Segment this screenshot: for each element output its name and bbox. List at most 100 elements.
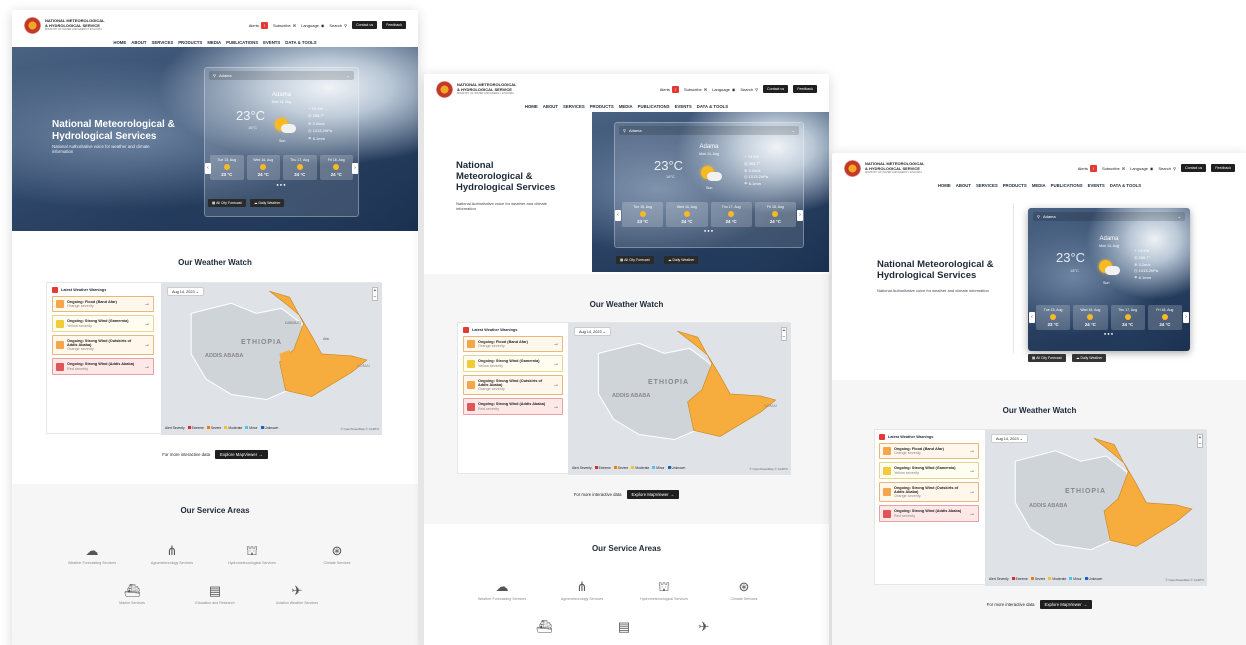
nav-home[interactable]: HOME <box>113 40 126 45</box>
warning-card[interactable]: Ongoing: Flood (Band Afar) Orange severit… <box>879 443 979 460</box>
zoom-control[interactable]: + − <box>1197 434 1203 448</box>
alert-map[interactable]: ETHIOPIA ADDIS ABABA SOMAI Aug 14, 2023 … <box>568 323 791 475</box>
warning-card[interactable]: Ongoing: Strong Wind (Addis Ababa) Red se… <box>879 505 979 522</box>
zoom-control[interactable]: + − <box>372 287 378 301</box>
subscribe-link[interactable]: Subscribe ✉ <box>1102 166 1125 171</box>
explore-mapviewer-button[interactable]: Explore MapViewer → <box>215 450 268 459</box>
explore-mapviewer-button[interactable]: Explore MapViewer → <box>1039 600 1093 609</box>
site-logo[interactable]: NATIONAL METEOROLOGICAL & HYDROLOGICAL SE… <box>24 16 105 34</box>
nav-events[interactable]: EVENTS <box>675 104 692 109</box>
nav-home[interactable]: HOME <box>938 183 951 188</box>
warning-card[interactable]: Ongoing: Strong Wind (Addis Ababa) Red se… <box>52 358 154 375</box>
nav-data-tools[interactable]: DATA & TOOLS <box>1110 183 1141 188</box>
feedback-button[interactable]: Feedback <box>1211 164 1235 172</box>
nav-media[interactable]: MEDIA <box>619 104 633 109</box>
warning-card[interactable]: Ongoing: Strong Wind (Outskirts of Addis… <box>879 481 979 503</box>
service-education-research[interactable]: ▤ <box>584 620 664 637</box>
nav-services[interactable]: SERVICES <box>563 104 585 109</box>
site-logo[interactable]: NATIONAL METEOROLOGICAL & HYDROLOGICAL SE… <box>436 80 517 98</box>
subscribe-link[interactable]: Subscribe ✉ <box>684 87 707 92</box>
daily-weather-button[interactable]: ☁ Daily Weather <box>250 199 285 207</box>
nav-events[interactable]: EVENTS <box>1088 183 1105 188</box>
daily-weather-button[interactable]: ☁ Daily Weather <box>664 256 699 264</box>
nav-events[interactable]: EVENTS <box>263 40 280 45</box>
date-picker[interactable]: Aug 14, 2023 ⌄ <box>991 434 1028 443</box>
service-education-research[interactable]: ▤ Education and Research <box>175 584 255 605</box>
warning-card[interactable]: Ongoing: Strong Wind (Addis Ababa) Red se… <box>463 398 563 415</box>
warning-card[interactable]: Ongoing: Strong Wind (Outskirts of Addis… <box>463 374 563 396</box>
service-hydrometeorological[interactable]: ⛫ Hydrometeorological Services <box>624 580 704 601</box>
alerts-link[interactable]: Alerts! <box>249 21 268 29</box>
nav-publications[interactable]: PUBLICATIONS <box>1051 183 1083 188</box>
nav-media[interactable]: MEDIA <box>207 40 221 45</box>
service-aviation[interactable]: ✈ <box>664 620 744 637</box>
all-city-forecast-button[interactable]: ▦ All City Forecast <box>208 199 246 207</box>
carousel-dots[interactable]: ●●● <box>1028 331 1190 336</box>
service-climate[interactable]: ⊛ Climate Services <box>704 580 784 601</box>
nav-about[interactable]: ABOUT <box>543 104 558 109</box>
nav-services[interactable]: SERVICES <box>976 183 998 188</box>
zoom-out-button[interactable]: − <box>1198 441 1202 447</box>
nav-products[interactable]: PRODUCTS <box>590 104 614 109</box>
warning-card[interactable]: Ongoing: Strong Wind (Gamernia) Yellow se… <box>52 315 154 332</box>
daily-weather-button[interactable]: ☁ Daily Weather <box>1072 354 1107 362</box>
warning-card[interactable]: Ongoing: Flood (Band Afar) Orange severit… <box>52 296 154 313</box>
all-city-forecast-button[interactable]: ▦ All City Forecast <box>1028 354 1066 362</box>
forecast-next-button[interactable]: › <box>352 163 358 174</box>
forecast-next-button[interactable]: › <box>1183 312 1189 323</box>
service-weather-forecasting[interactable]: ☁ Weather Forecasting Services <box>462 580 542 601</box>
forecast-prev-button[interactable]: ‹ <box>615 210 621 221</box>
contact-button[interactable]: Contact us <box>763 85 789 93</box>
warning-card[interactable]: Ongoing: Flood (Band Afar) Orange severit… <box>463 336 563 353</box>
alert-map[interactable]: ETHIOPIA ADDIS ABABA Aug 14, 2023 ⌄ + − A… <box>985 430 1207 586</box>
contact-button[interactable]: Contact us <box>1181 164 1207 172</box>
city-select[interactable]: ⚲ Adama ⌄ <box>619 126 799 135</box>
nav-media[interactable]: MEDIA <box>1032 183 1046 188</box>
nav-about[interactable]: ABOUT <box>131 40 146 45</box>
service-hydrometeorological[interactable]: ⛫ Hydrometeorological Services <box>212 544 292 565</box>
warning-card[interactable]: Ongoing: Strong Wind (Outskirts of Addis… <box>52 334 154 356</box>
explore-mapviewer-button[interactable]: Explore MapViewer → <box>626 490 680 499</box>
service-marine[interactable]: ⛴ Marine Services <box>92 584 172 605</box>
carousel-dots[interactable]: ●●● <box>614 228 804 233</box>
city-select[interactable]: ⚲ Adama ⌄ <box>209 71 354 80</box>
zoom-out-button[interactable]: − <box>373 294 377 300</box>
language-link[interactable]: Language ◉ <box>712 87 735 92</box>
nav-home[interactable]: HOME <box>525 104 538 109</box>
zoom-out-button[interactable]: − <box>782 334 786 340</box>
city-select[interactable]: ⚲ Adama ⌄ <box>1033 212 1185 221</box>
nav-products[interactable]: PRODUCTS <box>1003 183 1027 188</box>
search-link[interactable]: Search ⚲ <box>1158 166 1176 171</box>
forecast-next-button[interactable]: › <box>797 210 803 221</box>
zoom-control[interactable]: + − <box>781 327 787 341</box>
date-picker[interactable]: Aug 14, 2023 ⌄ <box>574 327 611 336</box>
warning-card[interactable]: Ongoing: Strong Wind (Gamernia) Yellow se… <box>463 355 563 372</box>
feedback-button[interactable]: Feedback <box>382 21 406 29</box>
service-agrometeorology[interactable]: ⋔ Agrometeorology Services <box>542 580 622 601</box>
all-city-forecast-button[interactable]: ▦ All City Forecast <box>616 256 654 264</box>
service-agrometeorology[interactable]: ⋔ Agrometeorology Services <box>132 544 212 565</box>
warning-card[interactable]: Ongoing: Strong Wind (Gamernia) Yellow se… <box>879 462 979 479</box>
contact-button[interactable]: Contact us <box>352 21 378 29</box>
service-climate[interactable]: ⊛ Climate Services <box>297 544 377 565</box>
language-link[interactable]: Language ◉ <box>1130 166 1153 171</box>
nav-about[interactable]: ABOUT <box>956 183 971 188</box>
alerts-link[interactable]: Alerts! <box>660 85 679 93</box>
nav-data-tools[interactable]: DATA & TOOLS <box>697 104 728 109</box>
date-picker[interactable]: Aug 14, 2023 ⌄ <box>167 287 204 296</box>
forecast-prev-button[interactable]: ‹ <box>205 163 211 174</box>
language-link[interactable]: Language ◉ <box>301 23 324 28</box>
subscribe-link[interactable]: Subscribe ✉ <box>273 23 296 28</box>
search-link[interactable]: Search ⚲ <box>740 87 758 92</box>
feedback-button[interactable]: Feedback <box>793 85 817 93</box>
search-link[interactable]: Search ⚲ <box>329 23 347 28</box>
alert-map[interactable]: ETHIOPIA ADDIS ABABA Afar DJIBOUTI SOMAI… <box>161 283 382 435</box>
forecast-prev-button[interactable]: ‹ <box>1029 312 1035 323</box>
service-aviation[interactable]: ✈ Aviation Weather Services <box>257 584 337 605</box>
carousel-dots[interactable]: ●●● <box>204 182 359 187</box>
nav-publications[interactable]: PUBLICATIONS <box>226 40 258 45</box>
nav-services[interactable]: SERVICES <box>152 40 174 45</box>
nav-products[interactable]: PRODUCTS <box>178 40 202 45</box>
service-marine[interactable]: ⛴ <box>504 620 584 637</box>
alerts-link[interactable]: Alerts! <box>1078 164 1097 172</box>
